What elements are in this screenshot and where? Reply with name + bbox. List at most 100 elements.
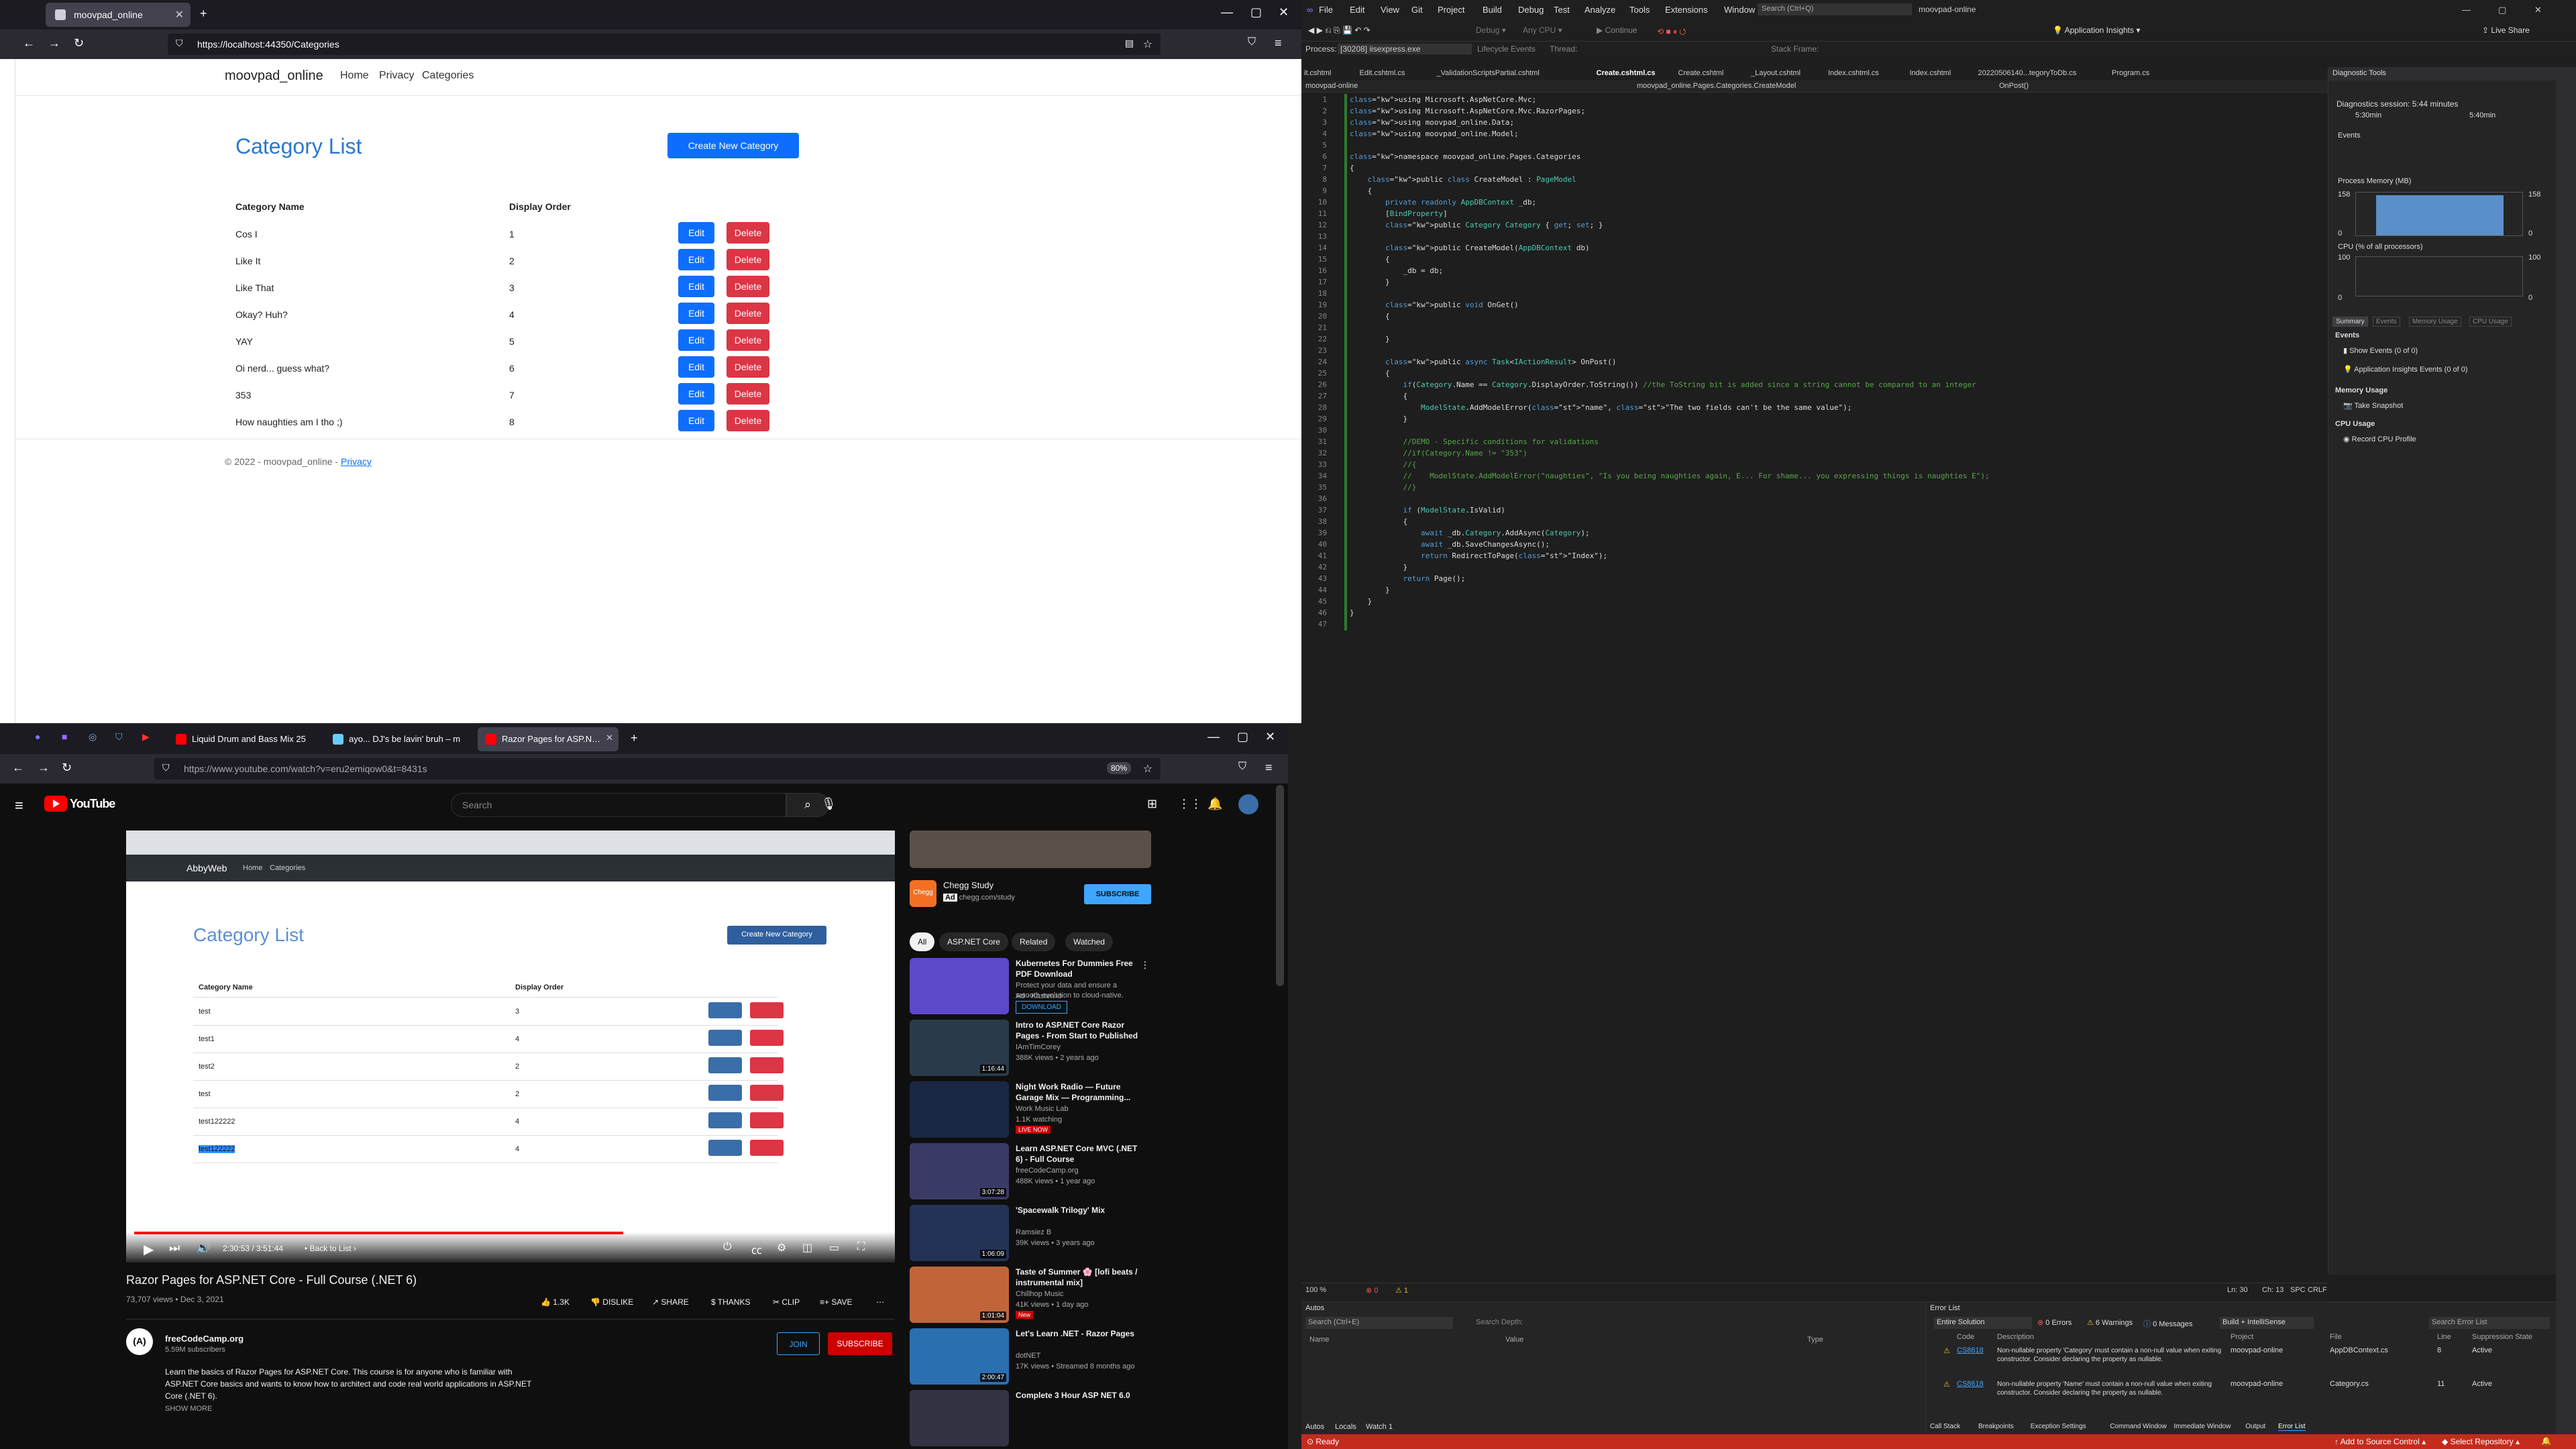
forward-icon[interactable]: → [38,761,50,775]
delete-button[interactable]: Delete [727,410,769,431]
app-icon[interactable]: ◎ [89,731,97,743]
errlist-scope[interactable]: Entire Solution [1934,1317,2032,1329]
editor-tab[interactable]: Create.cshtml.cs [1592,69,1660,77]
close-window-icon[interactable]: ✕ [1265,730,1275,744]
bottom-tab[interactable]: Error List [2278,1423,2306,1431]
create-category-button[interactable]: Create New Category [667,133,799,158]
take-snapshot-button[interactable]: 📷 Take Snapshot [2343,401,2403,410]
edit-button[interactable]: Edit [678,329,714,351]
create-video-icon[interactable]: ⊞ [1147,797,1157,811]
miniplayer-icon[interactable]: ◫ [802,1241,812,1254]
video-thumbnail[interactable]: 3:07:28 [910,1143,1009,1199]
error-description[interactable]: Non-nullable property 'Category' must co… [1997,1346,2225,1364]
maximize-icon[interactable]: ▢ [1250,5,1262,19]
pocket-icon[interactable]: ⛉ [1248,36,1256,48]
delete-button[interactable]: Delete [727,249,769,270]
chip-related[interactable]: Related [1012,932,1056,951]
toolbar-icons[interactable]: ◀ ▶ ⎌ ⎘ 💾 ↶ ↷ [1308,25,1371,36]
show-events-link[interactable]: ▮ Show Events (0 of 0) [2343,346,2418,355]
settings-icon[interactable]: ⚙ [777,1241,786,1254]
hamburger-icon[interactable]: ≡ [15,797,23,814]
reload-icon[interactable]: ↻ [74,36,84,50]
captions-icon[interactable]: ㏄ [751,1241,762,1257]
pocket-icon[interactable]: ⛉ [1238,761,1246,773]
menu-item-test[interactable]: Test [1554,5,1570,15]
autos-search[interactable]: Search (Ctrl+E) [1305,1317,1453,1329]
back-icon[interactable]: ← [12,761,24,775]
menu-item-debug[interactable]: Debug [1518,5,1544,15]
maximize-icon[interactable]: ▢ [2498,5,2506,15]
ai-events-link[interactable]: 💡 Application Insights Events (0 of 0) [2343,365,2468,374]
menu-item-git[interactable]: Git [1411,5,1423,15]
zoom-badge[interactable]: 80% [1106,762,1131,774]
close-window-icon[interactable]: ✕ [1279,5,1289,19]
edit-button[interactable]: Edit [678,383,714,405]
delete-button[interactable]: Delete [727,276,769,297]
live-share-button[interactable]: ⇪ Live Share [2482,25,2530,35]
editor-tab[interactable]: Edit.cshtml.cs [1360,69,1405,77]
video-thumbnail[interactable] [910,1081,1009,1138]
edit-button[interactable]: Edit [678,276,714,297]
errlist-build-filter[interactable]: Build + IntelliSense [2220,1317,2314,1329]
tab-moovpad[interactable]: moovpad_online ✕ [46,3,191,27]
debug-controls[interactable]: ⟲ ■ ⏸ ⭯ [1657,25,1686,40]
scrollbar[interactable] [1276,785,1284,986]
menu-icon[interactable]: ≡ [1265,761,1273,775]
debug-config[interactable]: Debug ▾ [1476,25,1506,35]
diag-tab[interactable]: Memory Usage [2409,317,2461,327]
delete-button[interactable]: Delete [727,356,769,378]
menu-item-edit[interactable]: Edit [1350,5,1364,15]
download-button[interactable]: DOWNLOAD [1016,1001,1067,1014]
new-tab-icon[interactable]: + [200,7,207,21]
crumb-method[interactable]: OnPost() [1999,82,2029,90]
rec-title[interactable]: Let's Learn .NET - Razor Pages [1016,1328,1143,1339]
menu-item-build[interactable]: Build [1483,5,1502,15]
code-editor[interactable]: 1 2 3 4 5 6 7 8 9 10 11 12 13 14 15 16 17 18 19 20 21 22 23 24 2… [1301,94,2328,1275]
diag-tab[interactable]: Summary [2332,317,2368,327]
process-select[interactable]: [30208] iisexpress.exe [1338,44,1472,54]
join-button[interactable]: JOIN [777,1332,820,1355]
edit-button[interactable]: Edit [678,303,714,324]
error-code-link[interactable]: CS8618 [1957,1346,1984,1354]
autoplay-icon[interactable]: ⏻ [723,1241,732,1253]
error-description[interactable]: Non-nullable property 'Name' must contai… [1997,1380,2225,1397]
fullscreen-icon[interactable]: ⛶ [857,1241,865,1253]
video-thumbnail[interactable]: 1:01:04 [910,1267,1009,1323]
source-control-button[interactable]: ↑ Add to Source Control ▴ [2334,1437,2426,1446]
like-button[interactable]: 👍 1.3K [541,1297,570,1307]
rec-title[interactable]: Night Work Radio — Future Garage Mix — P… [1016,1081,1143,1103]
video-thumbnail[interactable]: 1:16:44 [910,1020,1009,1076]
bottom-tab[interactable]: Call Stack [1930,1423,1960,1430]
editor-tab[interactable]: Program.cs [2112,69,2149,77]
rec-title[interactable]: Intro to ASP.NET Core Razor Pages - From… [1016,1020,1143,1041]
editor-tab[interactable]: Index.cshtml.cs [1828,69,1879,77]
rec-title[interactable]: Taste of Summer 🌸 [lofi beats / instrume… [1016,1267,1143,1288]
search-input[interactable]: Search [451,793,786,817]
bookmark-star-icon[interactable]: ☆ [1143,762,1152,775]
minimize-icon[interactable]: — [1221,5,1233,19]
delete-button[interactable]: Delete [727,303,769,324]
menu-icon[interactable]: ≡ [1275,36,1282,50]
play-icon[interactable]: ▶ [144,1241,154,1258]
ad-banner[interactable] [910,830,1151,868]
chip-all[interactable]: All [910,932,935,951]
more-options-icon[interactable]: ⋮ [1140,959,1150,971]
reload-icon[interactable]: ↻ [62,761,72,775]
maximize-icon[interactable]: ▢ [1237,730,1248,744]
subscribe-button[interactable]: SUBSCRIBE [828,1332,892,1355]
discord-icon[interactable]: ● [35,731,40,742]
warnings-filter[interactable]: ⚠ 6 Warnings [2087,1318,2133,1327]
editor-tab[interactable]: Create.cshtml [1678,69,1724,77]
ad-title[interactable]: Chegg Study [943,880,994,890]
back-icon[interactable]: ← [23,36,35,50]
warnings-indicator[interactable]: ⚠ 1 [1395,1286,1408,1295]
show-more-button[interactable]: SHOW MORE [165,1405,212,1413]
editor-zoom[interactable]: 100 % [1305,1286,1326,1294]
menu-item-file[interactable]: File [1319,5,1333,15]
app-insights-button[interactable]: 💡 Application Insights ▾ [2053,25,2140,35]
close-window-icon[interactable]: ✕ [2534,5,2542,15]
menu-item-view[interactable]: View [1381,5,1399,15]
menu-item-project[interactable]: Project [1438,5,1464,15]
dislike-button[interactable]: 👎 DISLIKE [590,1297,633,1307]
reader-icon[interactable]: ▤ [1125,38,1134,49]
